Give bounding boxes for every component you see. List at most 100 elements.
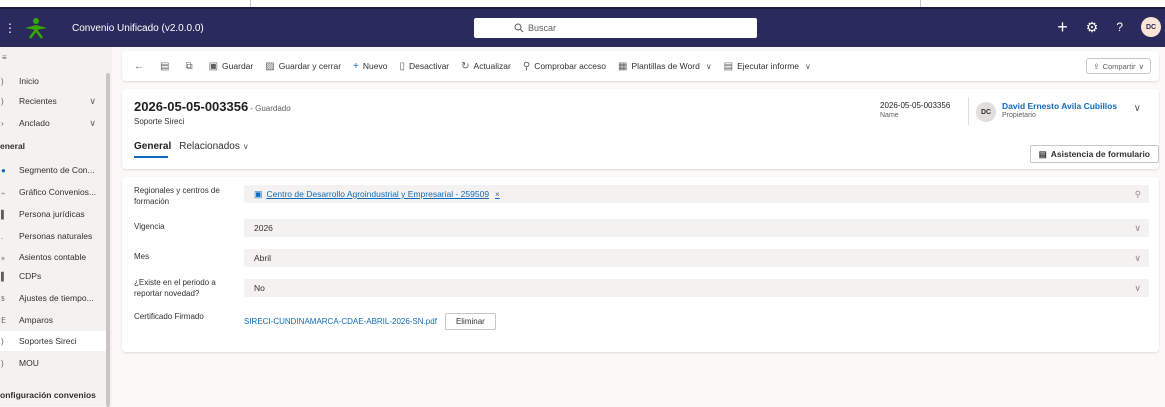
sidebar-item-segmento[interactable]: ● Segmento de Con... [0,160,106,180]
save-button[interactable]: ▣ Guardar [209,61,254,72]
sidebar-item-mou[interactable]: ) MOU [0,353,106,373]
shield-icon: ⴹ [1,315,7,325]
deactivate-button[interactable]: ▯ Desactivar [399,61,449,72]
sidebar-item-ajustes[interactable]: ƽ Ajustes de tiempo... [0,288,106,308]
header-name-value: 2026-05-05-003356 [880,101,951,110]
regional-label: Regionales y centros de formación [134,186,220,206]
sidebar-item-asientos[interactable]: ⁎ Asientos contable [0,247,106,267]
word-templates-button[interactable]: ▦ Plantillas de Word ∨ [618,61,712,72]
popout-icon: ⧉ [185,60,193,72]
sidebar-item-amparos[interactable]: ⴹ Amparos [0,310,106,330]
delete-file-button[interactable]: Eliminar [444,313,496,330]
form-icon: ▤ [160,60,170,72]
sidebar-item-inicio[interactable]: ) Inicio [0,71,106,91]
sidebar-item-personas-naturales[interactable]: . Personas naturales [0,226,106,246]
sidebar-section-general: eneral [0,141,26,151]
key-icon: ⚲ [522,60,531,72]
plus-icon[interactable]: + [1057,18,1068,36]
gear-icon[interactable]: ⚙ [1086,19,1099,36]
save-close-button[interactable]: ▨ Guardar y cerrar [265,61,341,72]
sidebar: ≡ ) Inicio ) Recientes ∨ › Anclado ∨ eneral ●… [0,47,112,407]
refresh-icon: ↻ [461,60,470,72]
share-button[interactable]: ⇪ Compartir ∨ [1086,58,1151,74]
sidebar-item-label: MOU [19,358,39,368]
tab-general[interactable]: General [134,141,171,158]
app-launcher-icon[interactable]: ⋮ [4,21,18,35]
sidebar-item-recientes[interactable]: ) Recientes ∨ [0,91,106,111]
chevron-down-icon: ∨ [1138,61,1145,71]
run-report-button[interactable]: ▤ Ejecutar informe ∨ [724,61,811,72]
header-expand-chevron-icon[interactable]: ∨ [1134,103,1141,114]
help-icon[interactable]: ? [1116,20,1123,34]
command-bar: ← ▤ ⧉ ▣ Guardar ▨ Guardar y cerrar + Nuevo … [122,51,1159,81]
check-access-button[interactable]: ⚲ Comprobar acceso [523,61,606,72]
tab-related-label: Relacionados [179,141,240,152]
user-avatar[interactable]: DC [1141,17,1161,37]
refresh-button[interactable]: ↻ Actualizar [461,61,511,72]
search-icon [514,23,524,33]
sidebar-item-label: Anclado [19,118,50,128]
form-section: Regionales y centros de formación ▣ Centr… [122,177,1159,352]
new-button[interactable]: + Nuevo [353,61,387,72]
chevron-down-icon: ∨ [1134,282,1141,293]
record-title: 2026-05-05-003356- Guardado [134,99,291,114]
novedad-label: ¿Existe en el periodo a reportar novedad… [134,278,216,298]
save-icon: ▣ [208,60,219,72]
save-label: Guardar [222,61,254,71]
chevron-down-icon: ∨ [805,61,811,71]
record-header: 2026-05-05-003356- Guardado Soporte Sire… [122,89,1159,169]
novedad-select[interactable]: No ∨ [244,279,1149,297]
open-new-window-button[interactable]: ⧉ [185,61,196,72]
window-top-frame [0,0,1165,7]
mes-select[interactable]: Abril ∨ [244,249,1149,267]
header-name-label: Name [880,112,899,119]
mes-label: Mes [134,252,150,261]
form-view-button[interactable]: ▤ [160,61,173,72]
run-report-label: Ejecutar informe [737,61,800,71]
deactivate-label: Desactivar [408,61,450,71]
back-button[interactable]: ← [134,61,148,72]
assist-label: Asistencia de formulario [1050,149,1150,159]
app-title[interactable]: Convenio Unificado (v2.0.0.0) [72,23,204,34]
remove-icon[interactable]: × [495,190,500,199]
form-assist-button[interactable]: ▤ Asistencia de formulario [1029,145,1159,163]
sidebar-item-label: Ajustes de tiempo... [19,293,94,303]
sidebar-item-soportes-sireci[interactable]: ) Soportes Sireci [0,331,106,351]
chevron-down-icon: ∨ [89,117,96,128]
sidebar-item-label: Amparos [19,315,54,325]
mou-icon: ) [1,358,4,368]
sidebar-item-grafico[interactable]: ₌ Gráfico Convenios... [0,182,106,202]
report-icon: ▤ [723,60,734,72]
save-close-icon: ▨ [265,60,275,72]
sidebar-item-cdps[interactable]: ▌ CDPs [0,266,106,286]
word-icon: ▦ [618,60,628,72]
chevron-down-icon: ∨ [1134,222,1141,233]
menu-icon[interactable]: ≡ [2,53,7,62]
certificado-file: SIRECI-CUNDINAMARCA-CDAE-ABRIL-2026-SN.p… [244,313,496,330]
sidebar-scrollbar[interactable] [106,73,110,407]
sidebar-item-persona-juridicas[interactable]: ▌ Persona jurídicas [0,204,106,224]
owner-link[interactable]: David Ernesto Avila Cubillos [1002,101,1117,111]
plus-icon: + [353,60,359,72]
owner-label: Propietario [1002,112,1036,119]
segment-icon: ● [1,165,6,175]
share-label: Compartir [1102,61,1136,71]
main-content: ← ▤ ⧉ ▣ Guardar ▨ Guardar y cerrar + Nuevo … [112,47,1165,406]
sidebar-item-anclado[interactable]: › Anclado ∨ [0,113,106,133]
regional-lookup-link[interactable]: Centro de Desarrollo Agroindustrial y Em… [267,189,490,199]
share-icon: ⇪ [1093,61,1100,71]
vigencia-select[interactable]: 2026 ∨ [244,219,1149,237]
chevron-down-icon: ∨ [1134,252,1141,263]
certificado-file-link[interactable]: SIRECI-CUNDINAMARCA-CDAE-ABRIL-2026-SN.p… [244,317,437,326]
word-templates-label: Plantillas de Word [631,61,700,71]
assist-icon: ▤ [1038,148,1047,159]
regional-lookup-field[interactable]: ▣ Centro de Desarrollo Agroindustrial y E… [244,185,1149,203]
check-access-label: Comprobar acceso [534,61,606,71]
search-icon[interactable]: ⚲ [1135,189,1141,200]
back-arrow-icon: ← [134,60,144,72]
header-divider [968,97,969,125]
tab-list: General Relacionados ∨ [134,141,249,158]
sidebar-item-label: Recientes [19,96,57,106]
tab-related[interactable]: Relacionados ∨ [179,141,248,158]
search-box[interactable]: Buscar [474,18,757,38]
